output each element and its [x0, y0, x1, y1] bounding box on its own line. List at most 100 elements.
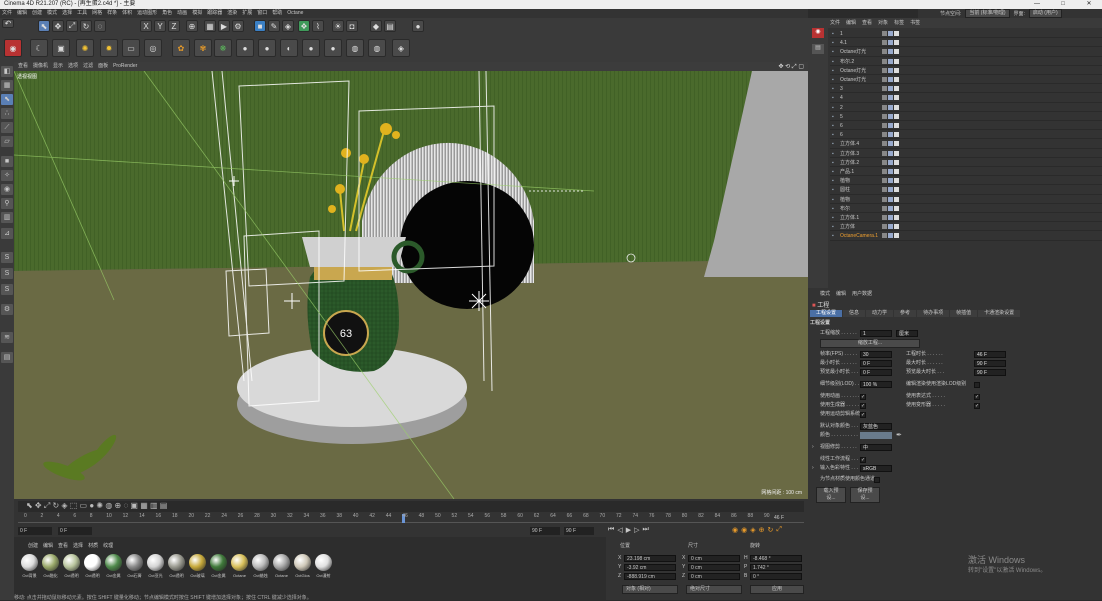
tag-icon[interactable]	[882, 187, 887, 193]
use-expressions-checkbox[interactable]: ✓	[974, 394, 980, 400]
z-axis-icon[interactable]: Z	[168, 20, 180, 32]
octane-hdri-icon[interactable]: ✹	[100, 39, 118, 57]
last-tool-icon[interactable]: ◌	[94, 20, 106, 32]
layer-stack-icon[interactable]: ≋	[1, 332, 13, 343]
perspective-viewport[interactable]: 查看 摄像机 显示 选项 过滤 面板 ProRender 透视视图 ✥ ⟲ ⤢ ▢ 63	[14, 62, 808, 499]
tag-icon[interactable]: ◆	[370, 20, 382, 32]
object-row[interactable]: ▪ 3	[830, 85, 1102, 94]
material-swatch[interactable]: Oct透明	[83, 554, 102, 579]
tag-icon[interactable]	[894, 67, 899, 73]
object-menu-4[interactable]: 标签	[894, 18, 904, 28]
object-row[interactable]: ▪ 1	[830, 30, 1102, 39]
tag-icon[interactable]	[894, 178, 899, 184]
viewport-nav-icons[interactable]: ✥ ⟲ ⤢ ▢	[778, 63, 804, 71]
material-swatch[interactable]: Octane	[272, 554, 291, 578]
tag-icon[interactable]	[888, 58, 893, 64]
render-lod-checkbox[interactable]	[974, 382, 980, 388]
object-row[interactable]: ▪ 6	[830, 122, 1102, 131]
input-color-dropdown[interactable]: sRGB	[860, 465, 892, 472]
material-swatch[interactable]: Oct金属	[209, 554, 228, 579]
tag-icon[interactable]	[882, 104, 887, 110]
tag-icon[interactable]	[882, 95, 887, 101]
use-motion-checkbox[interactable]: ✓	[860, 412, 866, 418]
octane-s-icon-2[interactable]: S	[1, 268, 13, 279]
object-row[interactable]: ▪ Octane灯光	[830, 76, 1102, 85]
tag-icon[interactable]	[894, 233, 899, 239]
tag-icon[interactable]	[888, 77, 893, 82]
preview-max-field[interactable]: 90 F	[974, 369, 1006, 376]
scale-unit-dropdown[interactable]: 厘米	[896, 330, 918, 337]
object-row[interactable]: ▪ 4.1	[830, 39, 1102, 48]
tag-icon[interactable]	[894, 196, 899, 202]
play-icon[interactable]: ▶	[626, 526, 631, 534]
tag-icon[interactable]	[882, 159, 887, 165]
material-diffuse-icon[interactable]: ●	[236, 39, 254, 57]
attr-tab-0[interactable]: 工程设置	[810, 310, 843, 317]
menu-item-10[interactable]: 角色	[162, 9, 172, 18]
viewport-menu-4[interactable]: 过滤	[83, 62, 93, 71]
tag-icon[interactable]	[882, 31, 887, 36]
size-z-field[interactable]: 0 cm	[688, 573, 740, 580]
coordinate-system-icon[interactable]: ⊕	[186, 20, 198, 32]
tag-icon[interactable]	[888, 205, 893, 211]
attr-menu-userdata[interactable]: 用户数据	[852, 290, 872, 297]
scale-field[interactable]: 1	[860, 330, 892, 337]
tag-icon[interactable]	[888, 159, 893, 165]
object-menu-3[interactable]: 对象	[878, 18, 888, 28]
use-generators-checkbox[interactable]: ✓	[860, 403, 866, 409]
octane-s-icon-1[interactable]: S	[1, 252, 13, 263]
tag-icon[interactable]	[882, 169, 887, 174]
move-tool-icon[interactable]: ✥	[52, 20, 64, 32]
material-swatch[interactable]: Octane	[230, 554, 249, 578]
object-row[interactable]: ▪ 立方体.1	[830, 214, 1102, 223]
object-row[interactable]: ▪ 立方体.3	[830, 150, 1102, 158]
tag-icon[interactable]	[882, 233, 887, 239]
tag-icon[interactable]	[888, 150, 893, 156]
octane-arealight-icon[interactable]: ▣	[52, 39, 70, 57]
points-mode-icon[interactable]: ∴	[1, 108, 13, 119]
material-specular-icon[interactable]: ◐	[280, 39, 298, 57]
menu-item-1[interactable]: 编辑	[17, 9, 27, 18]
viewport-menu-2[interactable]: 显示	[53, 62, 63, 71]
start-frame-field[interactable]: 0 F	[18, 527, 52, 535]
menu-item-13[interactable]: 跟踪器	[207, 9, 222, 18]
tag-icon[interactable]	[894, 113, 899, 119]
attr-tab-4[interactable]: 待办事项	[917, 310, 950, 317]
viewport-menu-5[interactable]: 面板	[98, 62, 108, 71]
object-row[interactable]: ▪ 植物	[830, 196, 1102, 204]
tag-icon[interactable]	[882, 205, 887, 211]
tag-icon[interactable]	[882, 49, 887, 55]
size-mode-dropdown[interactable]: 绝对尺寸	[686, 585, 742, 594]
tag-icon[interactable]	[894, 77, 899, 82]
tag-icon[interactable]	[882, 40, 887, 46]
tag-icon[interactable]	[882, 141, 887, 147]
tag-icon[interactable]	[888, 141, 893, 147]
octane-volume-icon[interactable]: ✾	[194, 39, 212, 57]
tag-icon[interactable]	[894, 141, 899, 147]
tag-icon[interactable]	[888, 104, 893, 110]
material-metal-icon[interactable]: ●	[302, 39, 320, 57]
menu-item-5[interactable]: 工具	[77, 9, 87, 18]
node-space-dropdown[interactable]: 当前 (标准/物理)	[965, 9, 1010, 18]
material-swatch[interactable]: Oct金属	[104, 554, 123, 579]
eyedropper-icon[interactable]: ✒	[896, 431, 902, 439]
tag-icon[interactable]	[894, 95, 899, 101]
record-key-icon[interactable]: ◉	[732, 526, 738, 534]
render-view-icon[interactable]: ▦	[204, 20, 216, 32]
object-row[interactable]: ▪ 6	[830, 131, 1102, 140]
edges-mode-icon[interactable]: ⟋	[1, 122, 13, 133]
material-swatch[interactable]: Oct玻璃	[188, 554, 207, 579]
next-key-icon[interactable]: ▷	[634, 526, 639, 534]
key-rot-icon[interactable]: ↻	[767, 526, 773, 534]
coord-mode-dropdown[interactable]: 对象 (相对)	[622, 585, 678, 594]
object-menu-1[interactable]: 编辑	[846, 18, 856, 28]
tag-icon[interactable]	[894, 123, 899, 128]
end-frame-field[interactable]: 90 F	[530, 527, 560, 535]
material-swatch[interactable]: Oct透明	[62, 554, 81, 579]
material-swatch[interactable]: Oct背景	[20, 554, 39, 579]
menu-item-6[interactable]: 网格	[92, 9, 102, 18]
tag-icon[interactable]	[894, 169, 899, 174]
object-row[interactable]: ▪ 产品.1	[830, 168, 1102, 177]
object-row[interactable]: ▪ 4	[830, 94, 1102, 103]
material-swatch[interactable]: Oct蜡烛	[251, 554, 270, 579]
